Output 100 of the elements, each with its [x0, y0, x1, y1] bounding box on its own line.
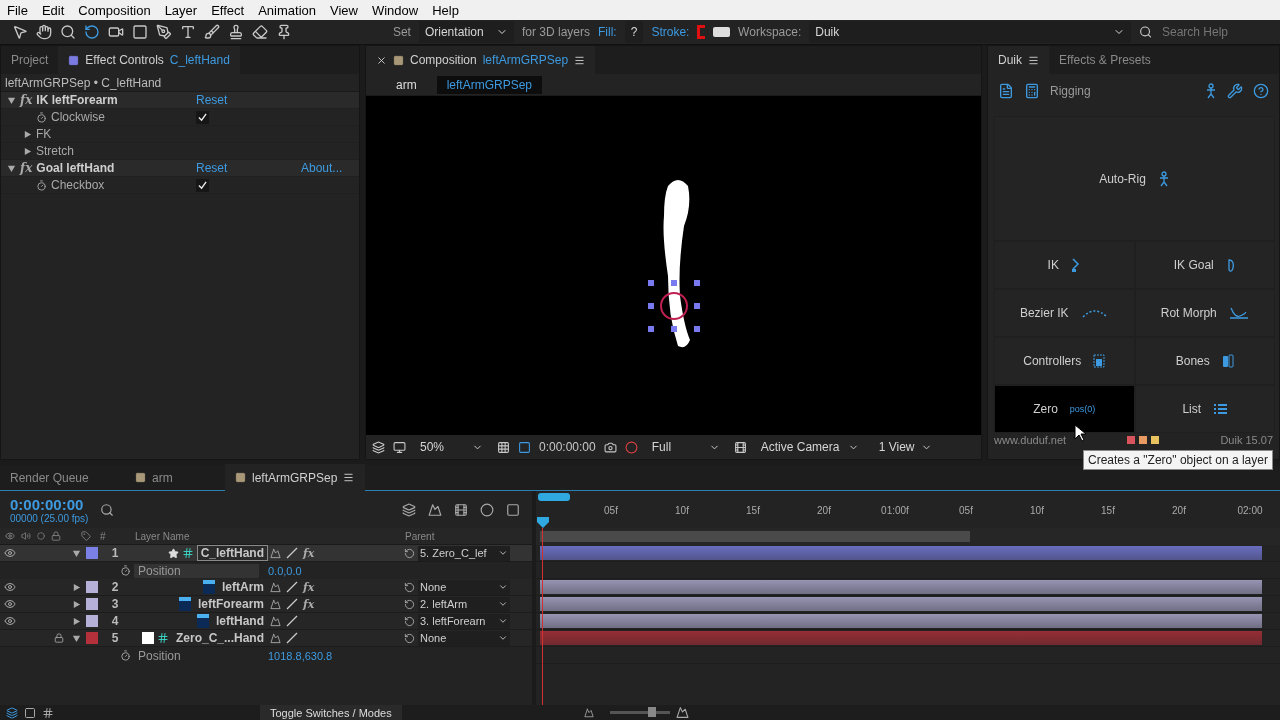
- reset-link[interactable]: Reset: [196, 161, 228, 175]
- expand-caret-icon[interactable]: [71, 548, 81, 558]
- visibility-eye-icon[interactable]: [4, 547, 16, 559]
- panel-tab[interactable]: Effects & Presets: [1049, 46, 1161, 74]
- property-value[interactable]: 1018.8,630.8: [268, 649, 333, 662]
- timeline-tab[interactable]: arm: [125, 463, 225, 492]
- tool-button[interactable]: Bezier IK: [994, 289, 1135, 337]
- website-link[interactable]: www.duduf.net: [994, 434, 1067, 446]
- property-value[interactable]: 0.0,0.0: [268, 564, 302, 577]
- brush-icon[interactable]: [204, 24, 220, 40]
- visibility-eye-icon[interactable]: [4, 581, 16, 593]
- tool-button[interactable]: Bones: [1134, 337, 1275, 385]
- help-icon[interactable]: [1253, 83, 1269, 99]
- pick-whip-icon[interactable]: [403, 615, 415, 627]
- quality-switch-icon[interactable]: [286, 632, 298, 644]
- timeline-tab[interactable]: Render Queue: [0, 463, 125, 492]
- quality-switch-icon[interactable]: [286, 598, 298, 610]
- quality-switch-icon[interactable]: [286, 581, 298, 593]
- layer-name[interactable]: Zero_C_...Hand: [171, 630, 268, 646]
- camera-icon[interactable]: [108, 24, 124, 40]
- search-field[interactable]: Search Help: [1160, 24, 1280, 40]
- stroke-options-icon[interactable]: [713, 27, 731, 37]
- pick-whip-icon[interactable]: [403, 581, 415, 593]
- parent-dropdown[interactable]: None: [418, 579, 510, 595]
- parent-dropdown[interactable]: 3. leftForearn: [418, 613, 510, 629]
- stopwatch-icon[interactable]: [36, 111, 47, 123]
- stamp-icon[interactable]: [228, 24, 244, 40]
- work-area-handle[interactable]: [538, 493, 570, 501]
- rotate-icon[interactable]: [84, 24, 100, 40]
- color-swatch[interactable]: [1127, 436, 1136, 444]
- label-color-swatch[interactable]: [86, 547, 98, 559]
- color-swatch[interactable]: [1151, 436, 1160, 444]
- expand-caret-icon[interactable]: [7, 95, 16, 105]
- menu-item[interactable]: File: [0, 0, 35, 20]
- grid-icon[interactable]: [497, 440, 510, 454]
- layer-name[interactable]: C_leftHand: [196, 545, 268, 561]
- layer-name[interactable]: leftForearm: [193, 596, 268, 612]
- layer-name[interactable]: leftHand: [212, 613, 268, 629]
- document-icon[interactable]: [998, 83, 1014, 99]
- lock-icon[interactable]: [54, 633, 64, 643]
- always-preview-icon[interactable]: [372, 440, 385, 454]
- pick-whip-icon[interactable]: [403, 547, 415, 559]
- menu-item[interactable]: Window: [364, 0, 426, 20]
- camera-dropdown[interactable]: Active Camera: [754, 436, 865, 458]
- effect-switch-label[interactable]: fx: [303, 546, 315, 560]
- calculator-icon[interactable]: [1024, 83, 1040, 99]
- tool-button[interactable]: IK: [994, 241, 1135, 289]
- label-color-swatch[interactable]: [86, 615, 98, 627]
- layer-name[interactable]: leftArm: [218, 579, 268, 595]
- current-time[interactable]: 0:00:00:00: [539, 440, 596, 454]
- visibility-eye-icon[interactable]: [4, 615, 16, 627]
- pick-whip-icon[interactable]: [403, 598, 415, 610]
- snapshot-icon[interactable]: [603, 440, 617, 454]
- mask-icon[interactable]: [518, 440, 531, 454]
- checkbox[interactable]: [196, 178, 209, 192]
- label-color-swatch[interactable]: [86, 598, 98, 610]
- menu-item[interactable]: Layer: [157, 0, 205, 20]
- panel-tab[interactable]: Project: [1, 46, 59, 74]
- zoom-icon[interactable]: [60, 24, 76, 40]
- breadcrumb-tab[interactable]: leftArmGRPSep: [436, 75, 543, 94]
- label-color-swatch[interactable]: [86, 632, 98, 644]
- view-layout-dropdown[interactable]: 1 View: [872, 436, 938, 458]
- stopwatch-icon[interactable]: [120, 565, 131, 576]
- toggle-switches-modes-button[interactable]: Toggle Switches / Modes: [260, 705, 402, 720]
- quality-switch-icon[interactable]: [286, 547, 298, 559]
- composition-tab[interactable]: Composition leftArmGRPSep: [366, 46, 596, 74]
- panel-tab[interactable]: Duik: [988, 46, 1049, 74]
- timeline-tab[interactable]: leftArmGRPSep: [225, 463, 365, 492]
- orientation-dropdown[interactable]: Orientation: [418, 21, 514, 43]
- menu-item[interactable]: Composition: [71, 0, 158, 20]
- parent-dropdown[interactable]: 2. leftArm: [418, 596, 510, 612]
- about-link[interactable]: About...: [301, 161, 343, 175]
- region-icon[interactable]: [733, 440, 747, 454]
- resolution-dropdown[interactable]: Full: [645, 436, 726, 458]
- checkbox[interactable]: [196, 110, 209, 124]
- breadcrumb-tab[interactable]: arm: [386, 75, 427, 94]
- reset-link[interactable]: Reset: [196, 93, 228, 107]
- menu-item[interactable]: Effect: [204, 0, 252, 20]
- text-icon[interactable]: [180, 24, 196, 40]
- pen-icon[interactable]: [156, 24, 172, 40]
- effect-switch-label[interactable]: fx: [303, 597, 315, 611]
- menu-item[interactable]: Help: [425, 0, 466, 20]
- tool-button[interactable]: IK Goal: [1134, 241, 1275, 289]
- rectangle-icon[interactable]: [132, 24, 148, 40]
- layer-switches-icon[interactable]: [6, 706, 18, 719]
- menu-item[interactable]: Edit: [34, 0, 72, 20]
- menu-item[interactable]: View: [323, 0, 365, 20]
- stopwatch-icon[interactable]: [36, 179, 47, 191]
- pin-icon[interactable]: [276, 24, 292, 40]
- eraser-icon[interactable]: [252, 24, 268, 40]
- monitor-icon[interactable]: [393, 440, 406, 454]
- color-swatch[interactable]: [1139, 436, 1148, 444]
- pick-whip-icon[interactable]: [403, 632, 415, 644]
- tool-button[interactable]: Rot Morph: [1134, 289, 1275, 337]
- magnification-dropdown[interactable]: 50%: [414, 436, 489, 458]
- stopwatch-icon[interactable]: [120, 650, 131, 661]
- wrench-icon[interactable]: [1227, 83, 1243, 99]
- time-ruler[interactable]: 05f 10f 15f 20f 01:00f 05f 10f 15f 20f 02:00: [536, 491, 1280, 528]
- panel-tab[interactable]: Effect Controls C_leftHand: [58, 46, 240, 74]
- tool-button[interactable]: List: [1134, 385, 1275, 433]
